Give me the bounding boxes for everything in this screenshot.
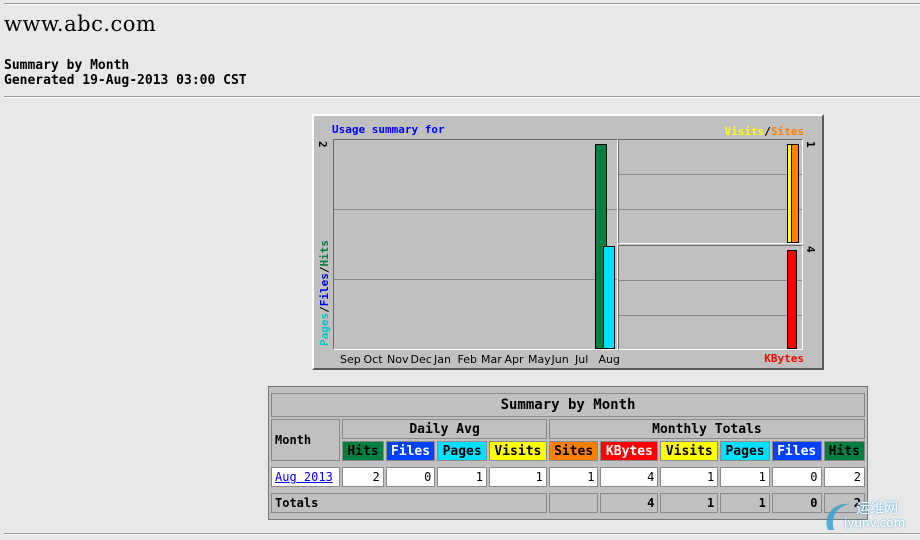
month-tick-label: Nov	[387, 353, 409, 366]
generated-timestamp: Generated 19-Aug-2013 03:00 CST	[4, 73, 247, 88]
month-tick-label: Feb	[457, 353, 477, 366]
daily-pages-cell: 1	[437, 467, 487, 487]
monthly-files-header: Files	[771, 441, 822, 461]
kbytes-plot	[618, 245, 803, 350]
monthly-hits-header: Hits	[823, 441, 865, 461]
daily-files-header: Files	[385, 441, 436, 461]
monthly-pages-cell: 1	[720, 467, 770, 487]
summary-table: Summary by Month Month Daily Avg Monthly…	[268, 386, 868, 520]
month-link-aug-2013[interactable]: Aug 2013	[275, 470, 333, 484]
month-column-header: Month	[271, 419, 341, 461]
pages-bar	[603, 246, 615, 349]
watermark: 运维网 iyunv.com	[820, 496, 916, 536]
header-divider	[4, 96, 920, 98]
monthly-pages-header: Pages	[720, 441, 770, 461]
graph-title: Usage summary for	[332, 123, 445, 136]
totals-sites-empty	[548, 493, 599, 513]
lower-max-tick: 4	[804, 246, 817, 253]
monthly-hits-cell: 2	[823, 467, 865, 487]
monthly-sites-header: Sites	[548, 441, 599, 461]
legend-pages: Pages	[318, 312, 331, 346]
totals-visits: 1	[660, 493, 719, 513]
gridline	[619, 209, 802, 210]
top-divider	[4, 3, 920, 5]
gridline	[619, 280, 802, 281]
kbytes-label: KBytes	[764, 352, 804, 365]
monthly-visits-header: Visits	[660, 441, 719, 461]
gridline	[619, 315, 802, 316]
month-tick-label: Jun	[551, 353, 569, 366]
totals-pages: 1	[720, 493, 770, 513]
monthly-files-cell: 0	[771, 467, 822, 487]
hits-plot	[333, 139, 618, 350]
watermark-domain: iyunv.com	[844, 516, 906, 530]
daily-visits-header: Visits	[488, 441, 547, 461]
kbytes-bar	[787, 250, 797, 349]
visits-sites-plot	[618, 139, 803, 244]
table-title: Summary by Month	[271, 393, 865, 417]
legend-separator: /	[764, 125, 771, 138]
legend-separator: /	[318, 266, 331, 274]
month-tick-label: Oct	[363, 353, 383, 366]
visits-sites-legend: Visits/Sites	[725, 125, 805, 138]
legend-visits: Visits	[724, 125, 765, 138]
gridline	[619, 174, 802, 175]
daily-hits-header: Hits	[342, 441, 384, 461]
legend-separator: /	[318, 306, 331, 313]
legend-hits: Hits	[318, 240, 331, 267]
upper-max-tick: 1	[804, 141, 817, 148]
main-max-tick: 2	[316, 141, 329, 148]
totals-label: Totals	[271, 493, 547, 513]
daily-avg-header: Daily Avg	[342, 419, 547, 439]
daily-files-cell: 0	[385, 467, 436, 487]
legend-sites: Sites	[770, 125, 804, 138]
bottom-divider	[4, 533, 920, 535]
sites-bar	[791, 144, 799, 243]
monthly-visits-cell: 1	[660, 467, 719, 487]
watermark-brand: 运维网	[856, 501, 898, 517]
month-tick-label: May	[528, 353, 551, 366]
usage-graph: Usage summary for Visits/Sites Pages/Fil…	[312, 114, 824, 370]
table-row: Aug 2013 2 0 1 1 1 4 1 1 0 2	[271, 467, 865, 487]
monthly-totals-header: Monthly Totals	[548, 419, 865, 439]
daily-pages-header: Pages	[437, 441, 487, 461]
totals-row: Totals 4 1 1 0 2	[271, 493, 865, 513]
month-cell: Aug 2013	[271, 467, 341, 487]
month-tick-label: Sep	[340, 353, 361, 366]
month-tick-label: Jan	[434, 353, 451, 366]
month-tick-label: Apr	[504, 353, 524, 366]
report-heading: Summary by Month Generated 19-Aug-2013 0…	[4, 58, 247, 88]
legend-files: Files	[318, 273, 331, 307]
month-tick-label: Mar	[481, 353, 502, 366]
monthly-kbytes-cell: 4	[600, 467, 659, 487]
hits-files-pages-legend: Pages/Files/Hits	[318, 240, 331, 346]
month-tick-label: Aug	[598, 353, 620, 366]
totals-kbytes: 4	[600, 493, 659, 513]
monthly-kbytes-header: KBytes	[600, 441, 659, 461]
site-title: www.abc.com	[4, 12, 157, 36]
totals-files: 0	[771, 493, 822, 513]
summary-title: Summary by Month	[4, 58, 130, 73]
month-tick-label: Jul	[575, 353, 589, 366]
monthly-sites-cell: 1	[548, 467, 599, 487]
gridline	[334, 279, 617, 280]
daily-visits-cell: 1	[488, 467, 547, 487]
month-tick-label: Dec	[410, 353, 432, 366]
daily-hits-cell: 2	[342, 467, 384, 487]
gridline	[334, 209, 617, 210]
